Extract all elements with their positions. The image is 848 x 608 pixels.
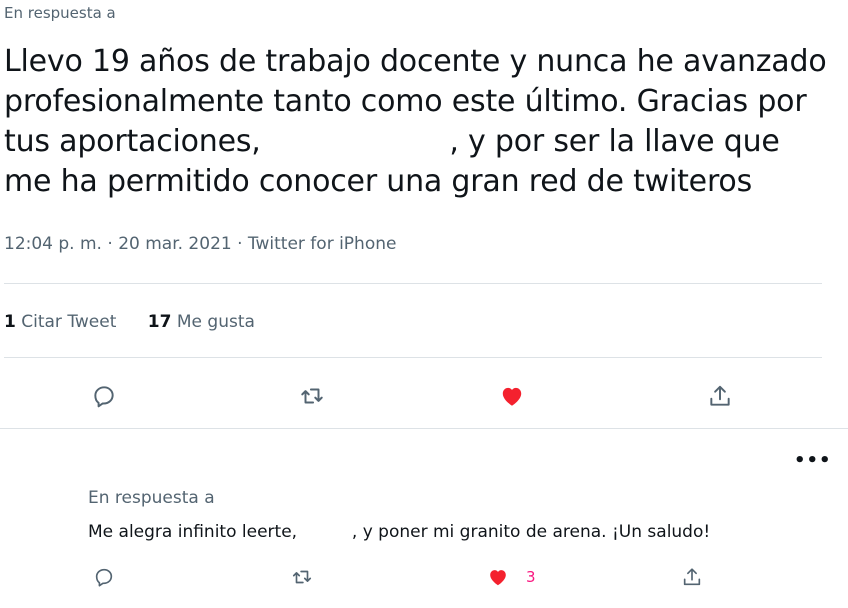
share-icon [710,385,730,406]
reply-icon [94,386,114,408]
heart-filled-icon [490,570,506,586]
like-label: Me gusta [176,312,255,332]
like-count: 17 [147,312,172,332]
reply-tweet-text: Me alegra infinito leerte, , y poner mi … [88,522,710,542]
heart-filled-icon [502,387,522,406]
reply-button[interactable] [88,561,120,593]
tweet-stats: 1 Citar Tweet 17 Me gusta [4,312,281,332]
share-icon [683,568,701,586]
tweet-time[interactable]: 12:04 p. m. [4,234,102,254]
tweet-text: Llevo 19 años de trabajo docente y nunca… [4,42,834,202]
reply-text-part2: , y poner mi granito de arena. ¡Un salud… [351,522,711,542]
share-button[interactable] [704,380,736,412]
more-options-button[interactable]: ••• [794,450,832,471]
reply-like-count: 3 [526,568,536,586]
quote-tweets-stat[interactable]: 1 Citar Tweet [4,312,122,332]
divider [4,283,822,284]
reply-text-part1: Me alegra infinito leerte, [88,522,298,542]
quote-label: Citar Tweet [21,312,117,332]
divider [0,428,848,429]
tweet-metadata: 12:04 p. m. · 20 mar. 2021 · Twitter for… [4,234,396,254]
tweet-source[interactable]: Twitter for iPhone [248,234,397,254]
like-button[interactable] [482,561,514,593]
meta-separator: · [237,234,243,254]
retweet-button[interactable] [286,561,318,593]
retweet-button[interactable] [296,380,328,412]
quote-count: 1 [4,312,16,332]
reply-context-label: En respuesta a [88,488,215,508]
divider [4,357,822,358]
meta-separator: · [107,234,113,254]
retweet-icon [292,570,312,584]
reply-context-label: En respuesta a [4,4,116,22]
tweet-date[interactable]: 20 mar. 2021 [118,234,232,254]
retweet-icon [301,388,323,404]
likes-stat[interactable]: 17 Me gusta [148,312,255,332]
reply-icon [95,568,113,587]
reply-button[interactable] [88,380,120,412]
share-button[interactable] [676,561,708,593]
like-button[interactable] [496,380,528,412]
